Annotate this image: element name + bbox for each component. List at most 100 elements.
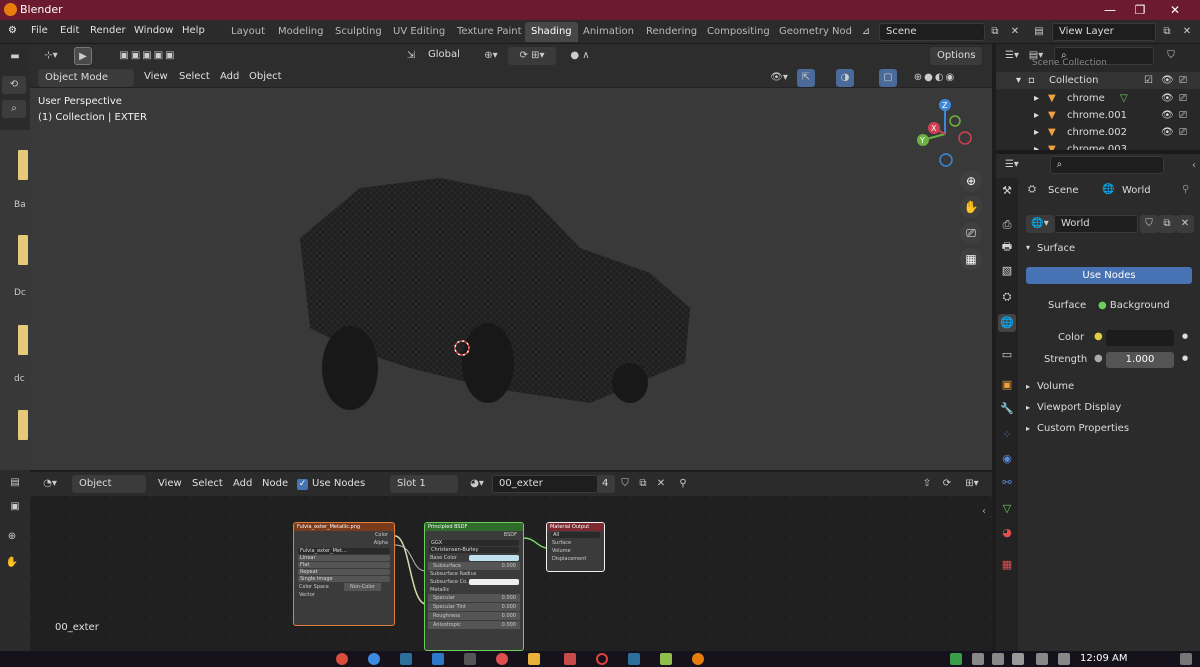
proportional-edit-icon[interactable]: ● ∧ <box>560 47 600 65</box>
snap-element-icon[interactable]: ⊞▾ <box>958 475 986 493</box>
input-volume-socket[interactable]: Volume <box>547 547 604 555</box>
modifier-tab-icon[interactable]: 🔧 <box>998 400 1016 418</box>
anisotropic-row[interactable]: Anisotropic 0.000 <box>428 621 520 629</box>
tab-geometry-nodes[interactable]: Geometry Nod <box>773 22 858 42</box>
collapse-icon[interactable]: ‹ <box>1192 160 1196 171</box>
tray-icon[interactable] <box>950 653 962 665</box>
image-editor-icon[interactable]: ▣ <box>6 498 24 516</box>
snap-icon[interactable]: ⟳ <box>938 475 956 493</box>
expand-arrow-icon[interactable]: ▾ <box>1016 72 1021 89</box>
render-camera-icon[interactable]: ⎚ <box>1179 90 1187 107</box>
browser-taskbar-icon[interactable] <box>368 653 380 665</box>
menu-file[interactable]: File <box>31 25 48 36</box>
tray-icon[interactable] <box>992 653 1004 665</box>
node-menu-node[interactable]: Node <box>262 478 288 489</box>
zoom-icon[interactable]: ⊕ <box>3 528 21 546</box>
subsurface-color-row[interactable]: Subsurface Co... <box>425 578 523 586</box>
visibility-icon[interactable]: 👁▾ <box>766 69 792 87</box>
material-tab-icon[interactable]: ◕ <box>998 524 1016 542</box>
texture-tab-icon[interactable]: ▦ <box>998 556 1016 574</box>
expand-arrow-icon[interactable]: ▸ <box>1026 424 1030 433</box>
overlay-toggle-icon[interactable]: ◑ <box>836 69 854 87</box>
maximize-button[interactable]: ❐ <box>1125 0 1155 20</box>
zoom-icon[interactable]: ⊕ <box>960 170 982 192</box>
specular-row[interactable]: Specular 0.000 <box>428 594 520 602</box>
tab-texture-paint[interactable]: Texture Paint <box>451 22 528 42</box>
material-name-field[interactable]: 00_exter <box>492 475 598 493</box>
3d-cursor[interactable] <box>452 338 472 358</box>
editor-type-icon[interactable]: ▤ <box>6 474 24 492</box>
terminal-taskbar-icon[interactable] <box>628 653 640 665</box>
grid-icon[interactable]: ▦ <box>960 248 982 270</box>
scene-icon[interactable]: ⊿ <box>857 23 875 41</box>
parent-node-tree-icon[interactable]: ⇧ <box>918 475 936 493</box>
record-taskbar-icon[interactable] <box>596 653 608 665</box>
chrome-taskbar-icon[interactable] <box>336 653 348 665</box>
node-menu-add[interactable]: Add <box>233 478 252 489</box>
editor-type-icon[interactable]: ◔▾ <box>36 475 64 493</box>
view-layer-tab-icon[interactable]: ▧ <box>998 262 1016 280</box>
view-layer-icon[interactable]: ▤ <box>1030 23 1048 41</box>
clock[interactable]: 12:09 AM <box>1080 653 1127 664</box>
output-alpha-socket[interactable]: Alpha <box>294 539 394 547</box>
unlink-world-icon[interactable]: ✕ <box>1176 215 1194 233</box>
use-nodes-checkbox[interactable]: ✓ <box>297 479 308 490</box>
subsurface-radius-row[interactable]: Subsurface Radius <box>425 570 523 578</box>
visibility-eye-icon[interactable]: 👁 <box>1161 107 1174 124</box>
terminal-taskbar-icon[interactable] <box>400 653 412 665</box>
battery-icon[interactable] <box>1012 653 1024 665</box>
data-tab-icon[interactable]: ▽ <box>998 500 1016 518</box>
visibility-eye-icon[interactable]: 👁 <box>1161 72 1174 89</box>
physics-tab-icon[interactable]: ◉ <box>998 450 1016 468</box>
outliner-item[interactable]: ▸ ▼ chrome.002 👁 ⎚ <box>996 124 1200 141</box>
world-name-field[interactable]: World <box>1054 215 1138 233</box>
collection-tab-icon[interactable]: ▭ <box>998 346 1016 364</box>
expand-arrow-icon[interactable]: ▾ <box>1026 243 1030 252</box>
explorer-taskbar-icon[interactable] <box>528 653 540 665</box>
menu-window[interactable]: Window <box>134 25 173 36</box>
transform-orientation-icon[interactable]: ⇲ <box>402 47 420 65</box>
subsurface-method-dropdown[interactable]: Christensen-Burley <box>429 547 519 553</box>
delete-view-layer-icon[interactable]: ✕ <box>1178 23 1196 41</box>
view-layer-field[interactable]: View Layer <box>1052 23 1156 41</box>
tab-sculpting[interactable]: Sculpting <box>329 22 388 42</box>
expand-arrow-icon[interactable]: ▸ <box>1034 124 1039 141</box>
mode-dropdown[interactable]: Object Mode <box>38 69 134 87</box>
color-swatch[interactable] <box>1106 330 1174 346</box>
target-dropdown[interactable]: All <box>551 532 600 538</box>
unlink-material-icon[interactable]: ✕ <box>652 475 670 493</box>
shader-type-dropdown[interactable]: Object <box>72 475 146 493</box>
exclude-checkbox-icon[interactable]: ☑ <box>1144 72 1153 89</box>
file-icon[interactable] <box>18 410 28 440</box>
render-camera-icon[interactable]: ⎚ <box>1179 107 1187 124</box>
sidebar-toggle-icon[interactable]: ‹ <box>982 506 986 517</box>
editor-type-icon[interactable]: ⊹▾ <box>38 47 64 65</box>
world-context-label[interactable]: World <box>1122 185 1151 196</box>
snap-icon[interactable]: ⟳ ⊞▾ <box>508 47 556 65</box>
strength-field[interactable]: 1.000 <box>1106 352 1174 368</box>
world-browse-icon[interactable]: 🌐▾ <box>1026 215 1054 233</box>
surface-panel-header[interactable]: Surface <box>1037 243 1075 254</box>
material-browse-icon[interactable]: ◕▾ <box>464 475 490 493</box>
distribution-dropdown[interactable]: GGX <box>429 540 519 546</box>
pin-icon[interactable]: ⚲ <box>674 475 692 493</box>
roughness-row[interactable]: Roughness 0.000 <box>428 612 520 620</box>
file-icon[interactable] <box>18 150 28 180</box>
tab-animation[interactable]: Animation <box>577 22 640 42</box>
keyframe-dot-icon[interactable]: ● <box>1182 332 1188 340</box>
collection-row[interactable]: ▾ ▫ Collection ☑ 👁 ⎚ <box>996 72 1200 89</box>
app-taskbar-icon[interactable] <box>464 653 476 665</box>
principled-bsdf-node[interactable]: Principled BSDF BSDF GGX Christensen-Bur… <box>424 522 524 651</box>
folder-icon[interactable]: ▬ <box>6 48 24 66</box>
metallic-row[interactable]: Metallic <box>425 586 523 594</box>
viewport-menu-view[interactable]: View <box>144 71 168 82</box>
navigation-gizmo[interactable]: Z Y X <box>910 96 980 171</box>
shading-mode-icons[interactable]: ⊕●◐◉ <box>899 69 971 87</box>
material-output-node[interactable]: Material Output All Surface Volume Displ… <box>546 522 605 572</box>
visibility-eye-icon[interactable]: 👁 <box>1161 124 1174 141</box>
select-box-icon[interactable]: ▶ <box>74 47 92 65</box>
image-texture-node[interactable]: Fulvia_exter_Metallic.png Color Alpha Fu… <box>293 522 395 626</box>
modifier-icon[interactable]: ▽ <box>1120 90 1128 107</box>
duplicate-world-icon[interactable]: ⧉ <box>1158 215 1176 233</box>
image-selector[interactable]: Fulvia_exter_Met... <box>298 548 390 554</box>
